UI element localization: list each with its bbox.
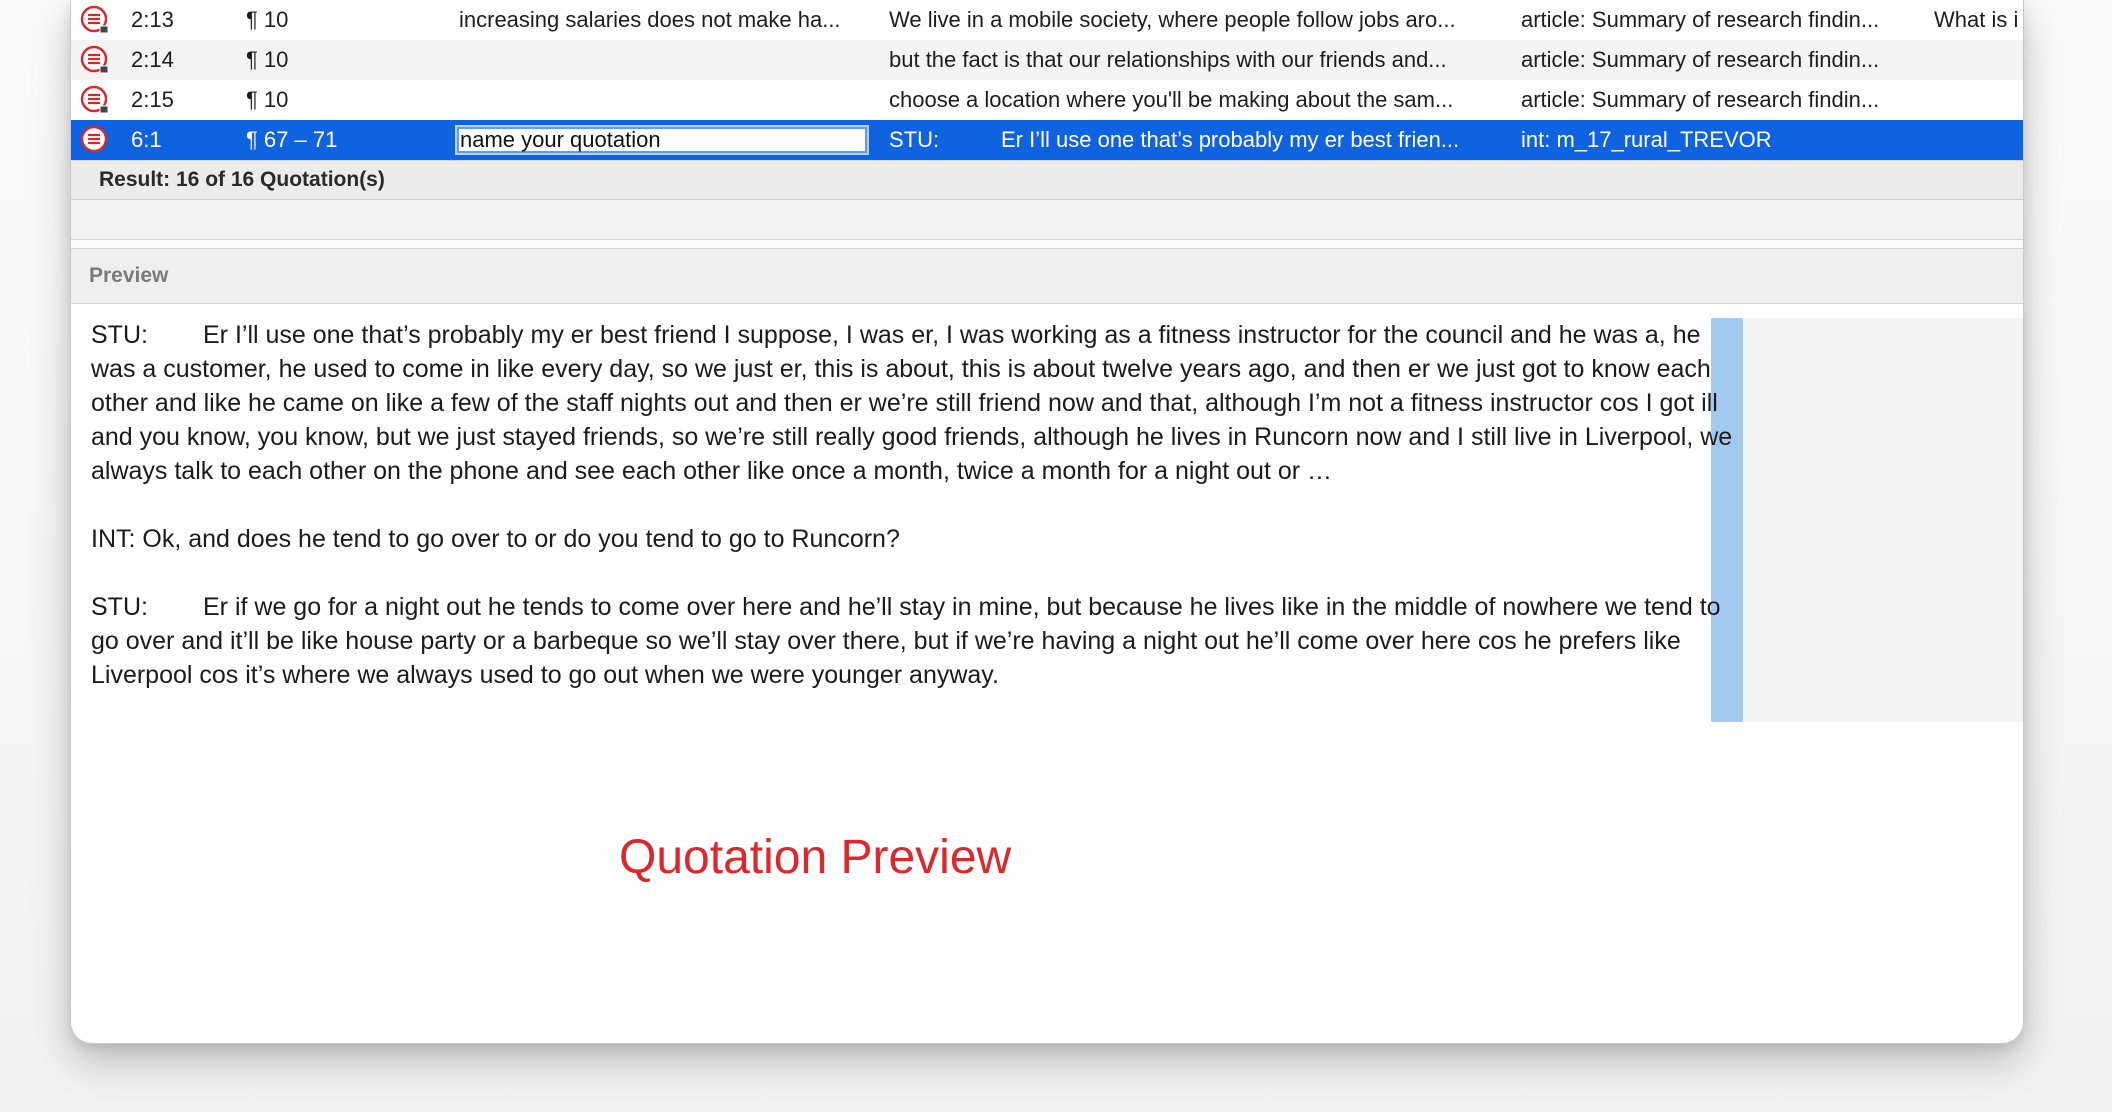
quotation-text: We live in a mobile society, where peopl… xyxy=(889,7,1456,32)
quotation-icon xyxy=(77,0,113,40)
quotation-id: 2:14 xyxy=(131,47,174,72)
quotation-table: 2:13 ¶ 10 increasing salaries does not m… xyxy=(71,0,2023,160)
table-row-selected[interactable]: 6:1 ¶ 67 – 71 STU: Er I’ll use one that’… xyxy=(71,120,2023,160)
quotation-name xyxy=(459,80,854,120)
table-row[interactable]: 2:13 ¶ 10 increasing salaries does not m… xyxy=(71,0,2023,40)
quotation-icon xyxy=(77,80,113,120)
quotation-speaker: STU: xyxy=(889,127,940,152)
result-count: Result: 16 of 16 Quotation(s) xyxy=(71,160,2023,200)
quotation-comment xyxy=(1934,80,2023,120)
preview-text: STU: Er I’ll use one that’s probably my e… xyxy=(91,318,1751,726)
quotation-paragraph: ¶ 10 xyxy=(246,47,289,72)
filter-bar xyxy=(71,200,2023,240)
quotation-paragraph: ¶ 10 xyxy=(246,87,289,112)
quotation-document: article: Summary of research findin... xyxy=(1521,7,1880,32)
app-window: 2:13 ¶ 10 increasing salaries does not m… xyxy=(70,0,2024,1044)
table-row[interactable]: 2:14 ¶ 10 but the fact is that our relat… xyxy=(71,40,2023,80)
preview-paragraph-text: Er if we go for a night out he tends to … xyxy=(91,593,1721,689)
preview-title: Preview xyxy=(71,248,2023,304)
preview-speaker: STU: xyxy=(91,593,148,621)
table-row[interactable]: 2:15 ¶ 10 choose a location where you'll… xyxy=(71,80,2023,120)
preview-speaker: STU: xyxy=(91,321,148,349)
quotation-text: but the fact is that our relationships w… xyxy=(889,47,1447,72)
quotation-id: 6:1 xyxy=(131,127,162,152)
quotation-icon xyxy=(77,120,113,160)
quotation-text: Er I’ll use one that’s probably my er be… xyxy=(1001,127,1460,152)
preview-paragraph: STU: Er I’ll use one that’s probably my e… xyxy=(91,318,1751,488)
quotation-document: article: Summary of research findin... xyxy=(1521,47,1880,72)
quotation-name xyxy=(459,40,854,80)
quotation-paragraph: ¶ 10 xyxy=(246,7,289,32)
quotation-name: increasing salaries does not make ha... xyxy=(459,7,841,32)
quotation-id: 2:15 xyxy=(131,87,174,112)
quotation-preview-caption: Quotation Preview xyxy=(619,831,1012,884)
quotation-id: 2:13 xyxy=(131,7,174,32)
quotation-comment: What is i xyxy=(1934,7,2019,32)
quotation-document: int: m_17_rural_TREVOR xyxy=(1521,127,1772,152)
preview-paragraph: STU: Er if we go for a night out he tends… xyxy=(91,590,1751,692)
quotation-icon xyxy=(77,40,113,80)
quotation-text: choose a location where you'll be making… xyxy=(889,87,1454,112)
preview-paragraph: INT: Ok, and does he tend to go over to … xyxy=(91,522,1751,556)
margin-area xyxy=(1711,318,2023,722)
screen: 2:13 ¶ 10 increasing salaries does not m… xyxy=(0,0,2112,1112)
quotation-comment xyxy=(1934,40,2023,80)
quotation-name-input[interactable] xyxy=(455,125,869,155)
quotation-paragraph: ¶ 67 – 71 xyxy=(246,127,338,152)
preview-paragraph-text: Er I’ll use one that’s probably my er be… xyxy=(91,321,1733,485)
quotation-document: article: Summary of research findin... xyxy=(1521,87,1880,112)
splitter[interactable] xyxy=(71,240,2023,248)
preview-paragraph-text: INT: Ok, and does he tend to go over to … xyxy=(91,525,900,553)
